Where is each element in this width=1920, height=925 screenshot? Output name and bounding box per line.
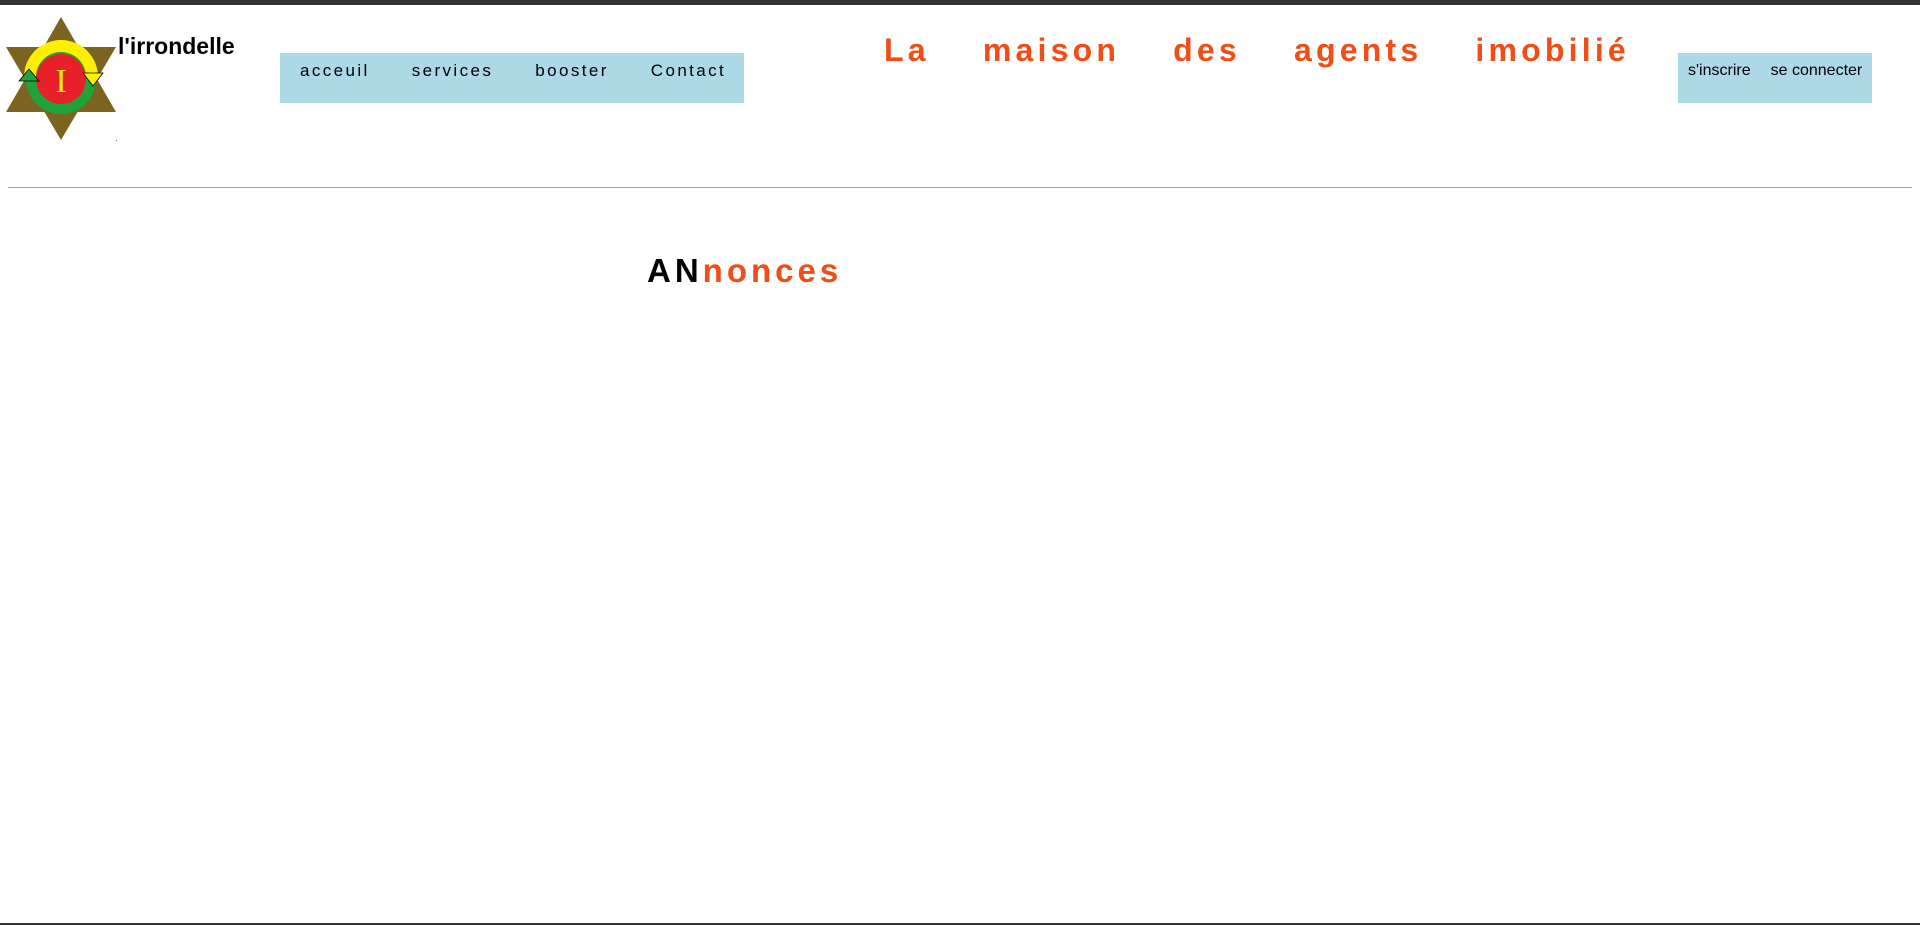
section-title: ANnonces — [647, 252, 842, 290]
signup-link[interactable]: s'inscrire — [1688, 62, 1751, 80]
logo-letter: I — [55, 63, 66, 100]
top-border — [0, 0, 1920, 5]
tagline: La maison des agents imobilié — [884, 32, 1630, 68]
section-title-prefix: AN — [647, 252, 703, 289]
logo-dot — [116, 140, 117, 141]
star-of-david-logo-icon: I — [6, 17, 117, 141]
brand-name: l'irrondelle — [118, 33, 235, 59]
page: I l'irrondelle acceuil services booster … — [0, 0, 1920, 925]
logo[interactable]: I — [6, 15, 120, 143]
auth-nav: s'inscrire se connecter — [1678, 53, 1872, 103]
header-divider — [8, 187, 1912, 188]
main-nav: acceuil services booster Contact — [280, 53, 744, 103]
nav-item-services[interactable]: services — [412, 61, 494, 81]
nav-item-contact[interactable]: Contact — [651, 61, 726, 81]
login-link[interactable]: se connecter — [1771, 62, 1863, 80]
nav-item-acceuil[interactable]: acceuil — [300, 61, 370, 81]
section-title-rest: nonces — [702, 252, 843, 289]
nav-item-booster[interactable]: booster — [535, 61, 609, 81]
